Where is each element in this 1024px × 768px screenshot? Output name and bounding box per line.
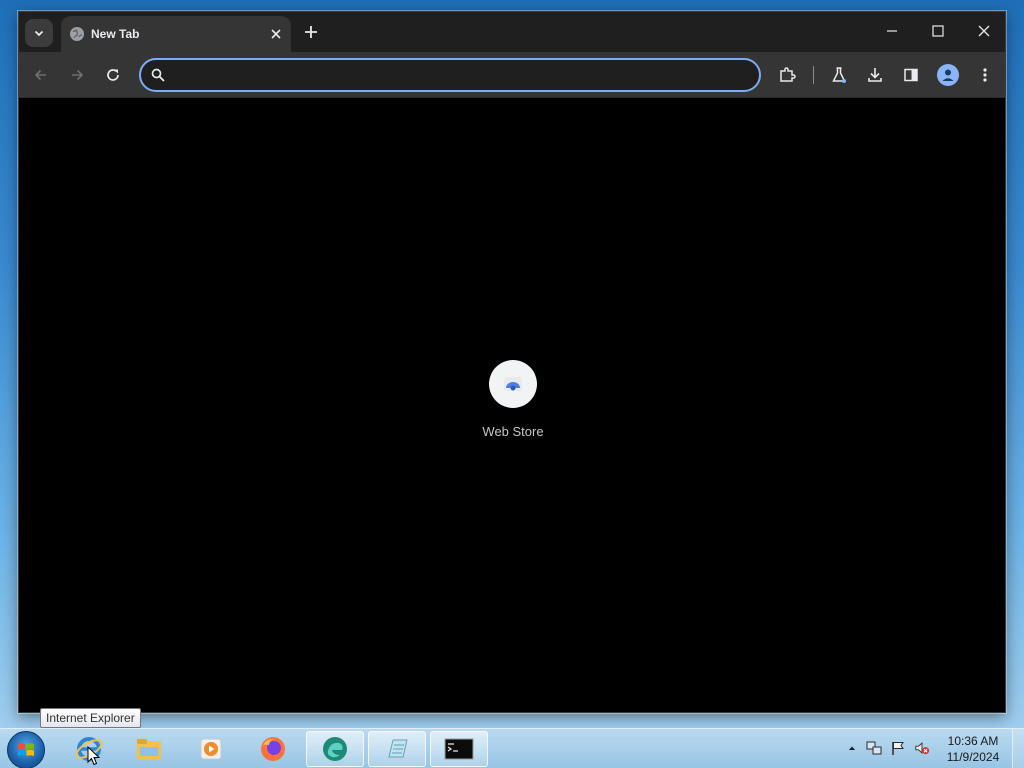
show-hidden-icons-icon — [849, 746, 855, 750]
taskbar-media-player[interactable] — [182, 731, 240, 767]
firefox-icon — [261, 737, 285, 761]
show-hidden-icons-button[interactable] — [844, 740, 860, 756]
new-tab-button[interactable] — [299, 20, 323, 44]
mouse-cursor-icon — [87, 746, 101, 766]
browser-toolbar — [19, 52, 1005, 98]
maximize-icon — [932, 25, 944, 37]
taskbar-file-explorer[interactable] — [120, 731, 178, 767]
extensions-button[interactable] — [773, 61, 801, 89]
address-input[interactable] — [173, 64, 743, 86]
tab-search-button[interactable] — [25, 19, 53, 47]
volume-tray-icon[interactable] — [914, 740, 930, 756]
clock-time: 10:36 AM — [947, 734, 999, 748]
shortcut-web-store[interactable]: Web Store — [473, 360, 553, 456]
volume-muted-icon — [915, 742, 930, 755]
menu-button[interactable] — [971, 61, 999, 89]
browser-window: New Tab Web Store — [18, 11, 1006, 713]
taskbar-firefox[interactable] — [244, 731, 302, 767]
tab-close-icon[interactable] — [267, 25, 285, 43]
edge-icon — [323, 737, 347, 761]
forward-button[interactable] — [63, 61, 91, 89]
title-bar: New Tab — [19, 12, 1005, 52]
file-explorer-icon — [137, 739, 161, 759]
taskbar-command-prompt[interactable] — [430, 731, 488, 767]
action-center-flag-icon — [892, 742, 904, 755]
side-panel-button[interactable] — [897, 61, 925, 89]
menu-icon — [983, 68, 987, 82]
profile-button[interactable] — [937, 64, 959, 86]
start-button[interactable] — [7, 731, 45, 768]
reload-icon — [107, 69, 119, 81]
shortcut-tile — [489, 360, 537, 408]
show-desktop-button[interactable] — [1012, 729, 1024, 768]
windows-logo-icon — [18, 743, 34, 756]
command-prompt-icon — [444, 738, 474, 760]
back-button[interactable] — [27, 61, 55, 89]
extensions-icon — [780, 67, 796, 82]
profile-icon — [942, 69, 954, 81]
maximize-button[interactable] — [915, 12, 961, 50]
tab-title: New Tab — [91, 27, 140, 41]
media-player-icon — [200, 738, 222, 760]
globe-icon — [69, 26, 85, 42]
network-icon — [866, 741, 882, 755]
new-tab-page: Web Store — [19, 98, 1005, 712]
minimize-button[interactable] — [869, 12, 915, 50]
taskbar-notepad[interactable] — [368, 731, 426, 767]
plus-icon — [305, 26, 317, 38]
clock-date: 11/9/2024 — [946, 750, 1000, 764]
chevron-down-icon — [34, 30, 44, 37]
labs-flask-icon — [832, 67, 846, 83]
address-bar[interactable] — [139, 58, 761, 92]
downloads-button[interactable] — [861, 61, 889, 89]
reload-button[interactable] — [99, 61, 127, 89]
close-icon — [978, 25, 990, 37]
side-panel-icon — [904, 68, 918, 82]
minimize-icon — [887, 30, 897, 32]
system-clock[interactable]: 10:36 AM 11/9/2024 — [940, 733, 1006, 765]
shortcut-label: Web Store — [482, 424, 544, 439]
close-window-button[interactable] — [961, 12, 1007, 50]
forward-icon — [72, 69, 84, 81]
action-center-tray-icon[interactable] — [890, 740, 906, 756]
tab-new-tab[interactable]: New Tab — [61, 16, 291, 52]
tooltip: Internet Explorer — [40, 708, 141, 728]
search-icon — [150, 67, 166, 83]
toolbar-divider — [813, 66, 814, 84]
labs-button[interactable] — [825, 61, 853, 89]
download-icon — [868, 68, 882, 82]
web-store-icon — [504, 377, 522, 391]
back-icon — [34, 69, 46, 81]
network-tray-icon[interactable] — [866, 740, 882, 756]
notepad-icon — [388, 739, 408, 758]
taskbar-edge[interactable] — [306, 731, 364, 767]
taskbar: 10:36 AM 11/9/2024 — [0, 728, 1024, 768]
